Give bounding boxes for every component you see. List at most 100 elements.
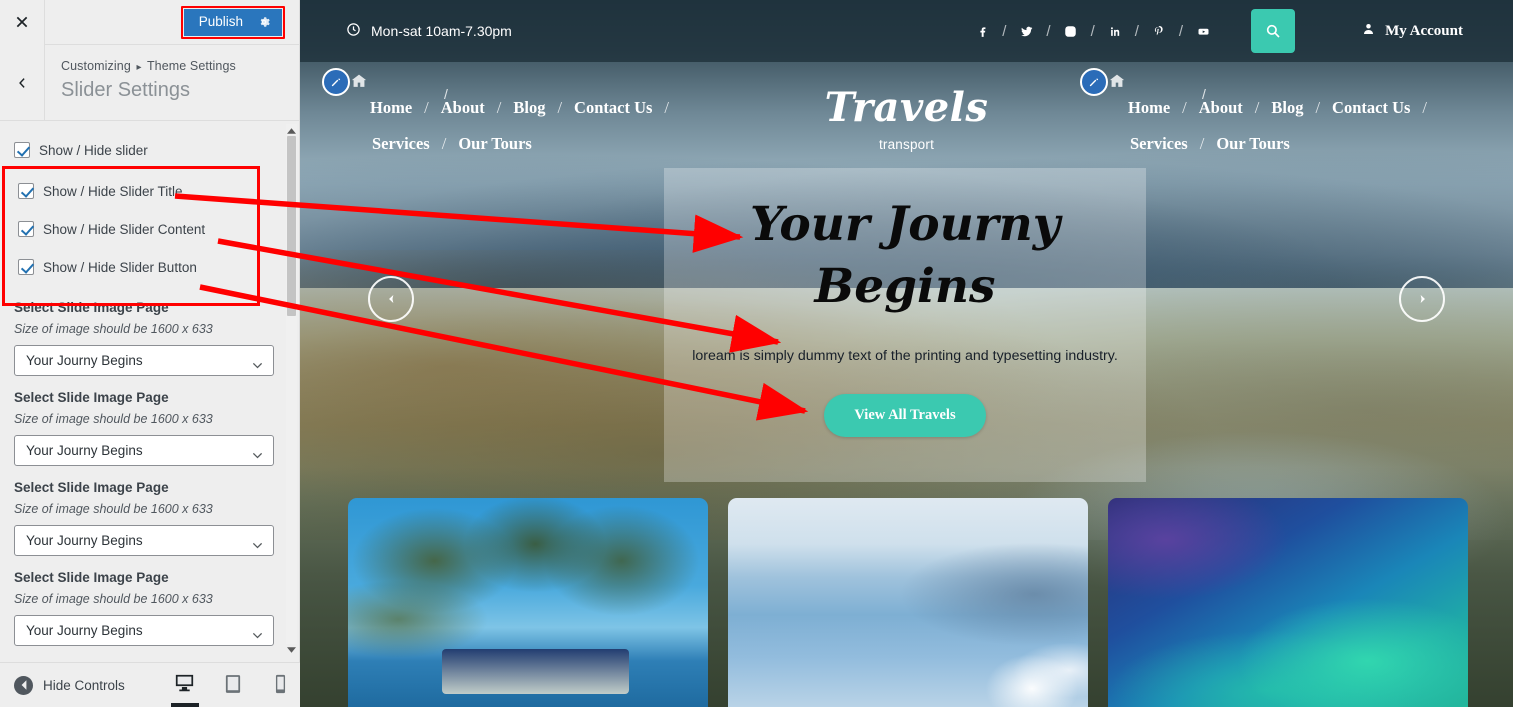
site-topbar: Mon-sat 10am-7.30pm / / / / / My Account bbox=[300, 0, 1513, 62]
facebook-icon[interactable] bbox=[970, 24, 994, 39]
field-hint: Size of image should be 1600 x 633 bbox=[14, 412, 213, 426]
checkbox-label: Show / Hide Slider Button bbox=[43, 259, 197, 275]
slide-image-page-select-4[interactable]: Your Journy Begins bbox=[14, 615, 274, 646]
select-value: Your Journy Begins bbox=[26, 623, 143, 638]
breadcrumb: Customizing ▸ Theme Settings bbox=[61, 59, 236, 73]
control-show-hide-slider[interactable]: Show / Hide slider bbox=[14, 136, 285, 164]
slide-image-page-select-3[interactable]: Your Journy Begins bbox=[14, 525, 274, 556]
breadcrumb-separator-icon: ▸ bbox=[136, 62, 142, 73]
checkbox-show-hide-slider-title[interactable] bbox=[18, 183, 34, 199]
linkedin-icon[interactable] bbox=[1103, 24, 1127, 39]
customizer-title-row: Customizing ▸ Theme Settings Slider Sett… bbox=[0, 45, 299, 121]
palm-beach-card[interactable] bbox=[348, 498, 708, 707]
clock-icon bbox=[346, 22, 361, 40]
customizer-controls-body[interactable]: Show / Hide slider Show / Hide Slider Ti… bbox=[0, 122, 299, 662]
breadcrumb-root[interactable]: Customizing bbox=[61, 59, 131, 73]
pinterest-icon[interactable] bbox=[1147, 24, 1171, 39]
hide-controls-label: Hide Controls bbox=[43, 677, 125, 693]
mobile-preview-icon bbox=[276, 674, 286, 694]
mobile-preview-button[interactable] bbox=[265, 663, 297, 707]
select-value: Your Journy Begins bbox=[26, 353, 143, 368]
chevron-right-icon bbox=[1420, 294, 1425, 304]
hide-controls-button[interactable]: Hide Controls bbox=[14, 675, 125, 695]
screen-root: Mon-sat 10am-7.30pm / / / / / My Account… bbox=[0, 0, 1513, 707]
slider-title-line-1: Your Journy bbox=[749, 197, 1061, 252]
field-label: Select Slide Image Page bbox=[14, 480, 169, 495]
destination-cards bbox=[300, 498, 1513, 707]
scroll-down-arrow[interactable] bbox=[285, 643, 298, 656]
chevron-down-icon bbox=[252, 537, 263, 549]
slide-image-page-select-2[interactable]: Your Journy Begins bbox=[14, 435, 274, 466]
scroll-up-arrow[interactable] bbox=[285, 124, 298, 137]
chevron-left-icon bbox=[388, 294, 393, 304]
field-hint: Size of image should be 1600 x 633 bbox=[14, 592, 213, 606]
slider-title-line-2: Begins bbox=[814, 259, 996, 315]
social-separator: / bbox=[1178, 22, 1184, 40]
slider-next-button[interactable] bbox=[1399, 276, 1445, 322]
tablet-preview-button[interactable] bbox=[217, 663, 249, 707]
social-separator: / bbox=[1090, 22, 1095, 40]
field-label: Select Slide Image Page bbox=[14, 300, 169, 315]
business-hours: Mon-sat 10am-7.30pm bbox=[346, 22, 512, 40]
close-icon bbox=[16, 16, 28, 28]
control-show-hide-slider-content[interactable]: Show / Hide Slider Content bbox=[14, 210, 285, 248]
search-icon bbox=[1266, 24, 1280, 38]
control-show-hide-slider-button[interactable]: Show / Hide Slider Button bbox=[14, 248, 285, 286]
site-branding: Travels transport bbox=[300, 88, 1513, 153]
tablet-preview-icon bbox=[225, 675, 240, 693]
back-button[interactable] bbox=[0, 45, 45, 120]
checkbox-show-hide-slider-button[interactable] bbox=[18, 259, 34, 275]
social-links[interactable]: / / / / / bbox=[970, 23, 1215, 40]
breadcrumb-section[interactable]: Theme Settings bbox=[147, 59, 236, 73]
field-hint: Size of image should be 1600 x 633 bbox=[14, 322, 213, 336]
my-account-label: My Account bbox=[1385, 22, 1463, 39]
checkbox-show-hide-slider-content[interactable] bbox=[18, 221, 34, 237]
desktop-preview-button[interactable] bbox=[169, 663, 201, 707]
slider-element-toggles: Show / Hide Slider Title Show / Hide Sli… bbox=[14, 164, 285, 286]
my-account-link[interactable]: My Account bbox=[1361, 21, 1463, 42]
youtube-icon[interactable] bbox=[1191, 24, 1215, 39]
customizer-titles: Customizing ▸ Theme Settings Slider Sett… bbox=[45, 45, 236, 120]
customizer-scroll-area: Show / Hide slider Show / Hide Slider Ti… bbox=[0, 122, 299, 646]
slider-title: Your Journy Begins bbox=[664, 194, 1146, 318]
santorini-coast-card[interactable] bbox=[728, 498, 1088, 707]
publish-label: Publish bbox=[198, 14, 243, 30]
santorini-coast-image bbox=[728, 498, 1088, 707]
slider-prev-button[interactable] bbox=[368, 276, 414, 322]
slide-image-page-select-1[interactable]: Your Journy Begins bbox=[14, 345, 274, 376]
desktop-preview-icon bbox=[176, 674, 194, 692]
twitter-icon[interactable] bbox=[1014, 24, 1038, 39]
slide-field-1: Select Slide Image Page Size of image sh… bbox=[14, 300, 285, 376]
social-separator: / bbox=[1134, 22, 1139, 40]
slider-content-card: Your Journy Begins loream is simply dumm… bbox=[664, 168, 1146, 482]
site-tagline: transport bbox=[878, 137, 935, 152]
publish-button[interactable]: Publish bbox=[183, 9, 282, 36]
slider-description: loream is simply dummy text of the print… bbox=[692, 348, 1118, 365]
gear-icon[interactable] bbox=[257, 15, 271, 29]
select-value: Your Journy Begins bbox=[26, 533, 143, 548]
search-button[interactable] bbox=[1251, 9, 1296, 53]
control-show-hide-slider-title[interactable]: Show / Hide Slider Title bbox=[14, 172, 285, 210]
social-separator: / bbox=[1046, 22, 1051, 40]
customizer-scrollbar[interactable] bbox=[286, 124, 297, 644]
business-hours-text: Mon-sat 10am-7.30pm bbox=[371, 23, 512, 39]
checkbox-show-hide-slider[interactable] bbox=[14, 142, 30, 158]
user-icon bbox=[1361, 21, 1376, 42]
scrollbar-thumb[interactable] bbox=[287, 136, 296, 316]
page-title: Slider Settings bbox=[61, 79, 190, 101]
aurora-card[interactable] bbox=[1108, 498, 1468, 707]
close-customizer-button[interactable] bbox=[0, 0, 45, 45]
customizer-footer: Hide Controls bbox=[0, 662, 300, 707]
social-separator: / bbox=[1002, 22, 1007, 40]
field-label: Select Slide Image Page bbox=[14, 570, 169, 585]
chevron-down-icon bbox=[252, 627, 263, 639]
view-all-travels-button[interactable]: View All Travels bbox=[824, 394, 986, 438]
checkbox-label: Show / Hide Slider Title bbox=[43, 183, 183, 199]
site-preview-frame[interactable]: Mon-sat 10am-7.30pm / / / / / My Account… bbox=[300, 0, 1513, 707]
instagram-icon[interactable] bbox=[1059, 24, 1083, 39]
device-preview-switcher bbox=[169, 663, 297, 707]
collapse-icon bbox=[14, 675, 33, 695]
checkbox-label: Show / Hide slider bbox=[39, 142, 148, 158]
palm-beach-image bbox=[348, 498, 708, 707]
chevron-down-icon bbox=[252, 357, 263, 369]
